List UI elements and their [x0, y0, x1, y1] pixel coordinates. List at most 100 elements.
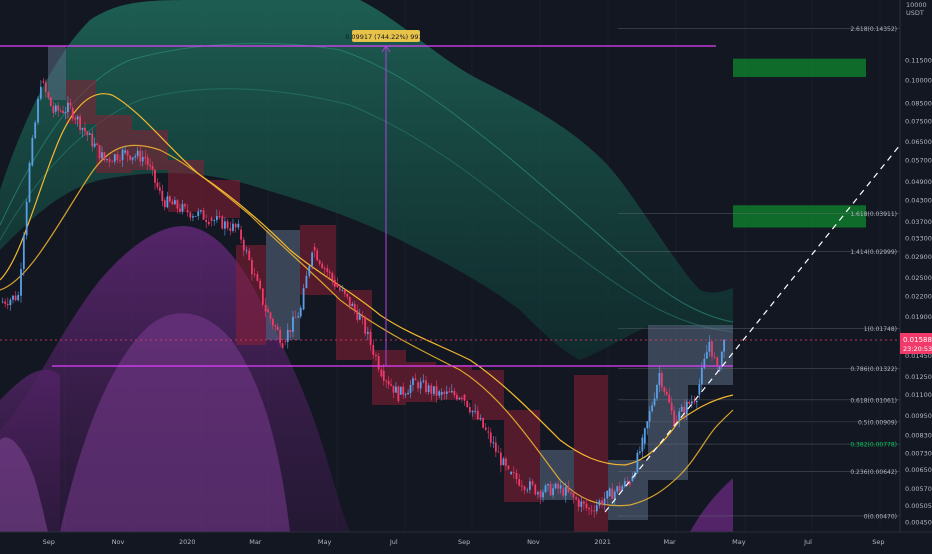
candle-body [554, 483, 557, 489]
candle-body [93, 143, 96, 147]
candle-body [723, 339, 725, 352]
candle-body [673, 410, 676, 427]
candle-body [552, 488, 554, 496]
candle-body [67, 102, 69, 113]
candle-body [163, 200, 166, 208]
candle-body [638, 451, 641, 453]
candle-body [136, 150, 139, 157]
candle-body [427, 385, 430, 392]
candle-body [484, 427, 487, 430]
candle-body [318, 260, 321, 264]
candle-body [680, 406, 683, 412]
candle-body [297, 316, 300, 318]
candle-body [700, 367, 703, 385]
candle-body [126, 150, 129, 156]
candle-body [328, 271, 331, 274]
candle-body [720, 351, 723, 367]
candle-body [88, 133, 91, 135]
candle-body [476, 410, 479, 420]
last-price-value: 0.01588 [903, 336, 932, 344]
candle-body [267, 309, 269, 313]
candle-body [274, 325, 277, 327]
candle-body [121, 149, 124, 161]
candle-body [651, 405, 653, 412]
price-tick-label: 0.05700 [905, 157, 932, 165]
candle-body [572, 493, 575, 498]
price-chart[interactable]: 2.618(0.14352) 1.618(0.03911) 1.414(0.0299… [0, 0, 932, 550]
candle-body [433, 386, 435, 394]
candle-body [234, 223, 237, 228]
candle-body [213, 220, 216, 221]
candle-body [425, 380, 427, 392]
candle-body [601, 500, 603, 505]
candle-body [259, 280, 262, 289]
candle-body [161, 190, 164, 201]
candle-body [299, 307, 302, 317]
candle-body [505, 458, 507, 466]
candle-body [353, 303, 356, 311]
candle-body [577, 499, 580, 507]
candle-body [611, 488, 614, 500]
candle-body [590, 510, 593, 511]
candle-body [199, 210, 202, 212]
candle-body [580, 501, 583, 507]
candle-body [468, 407, 471, 413]
candle-body [414, 378, 417, 381]
candle-body [71, 108, 74, 119]
fib-label: 0.618(0.01061) [850, 397, 897, 404]
candle-body [523, 486, 526, 490]
candle-body [380, 369, 383, 377]
candle-body [471, 410, 474, 413]
candle-body [111, 161, 114, 163]
candle-body [399, 386, 402, 395]
candle-body [108, 159, 111, 162]
candle-body [86, 131, 89, 136]
candle-body [341, 289, 344, 291]
candle-body [139, 150, 142, 162]
candle-body [643, 428, 646, 444]
candle-body [438, 391, 441, 396]
candle-body [256, 274, 259, 281]
candle-body [713, 356, 716, 358]
fib-label: 1.414(0.02999) [850, 249, 897, 256]
candle-body [412, 378, 414, 385]
candle-body [656, 385, 658, 399]
candle-body [331, 273, 334, 280]
candle-body [144, 156, 147, 159]
candle-body [593, 510, 596, 512]
fib-label: 1(0.01748) [864, 326, 897, 333]
price-tick-label: 0.04300 [905, 197, 932, 205]
candle-body [375, 354, 377, 357]
candle-body [245, 250, 248, 252]
fib-label: 2.618(0.14352) [850, 26, 897, 33]
candle-body [279, 330, 282, 344]
candle-body [559, 485, 562, 489]
candle-body [497, 451, 500, 453]
chart-canvas[interactable]: 2.618(0.14352) 1.618(0.03911) 1.414(0.0299… [0, 0, 932, 550]
candle-body [366, 331, 369, 334]
candle-body [336, 283, 339, 288]
candle-body [154, 169, 156, 183]
candle-body [443, 392, 446, 394]
candle-body [186, 210, 189, 213]
candle-body [549, 483, 552, 496]
candle-body [221, 216, 224, 229]
time-tick-label: 2020 [179, 538, 196, 546]
price-tick-label: 0.00570 [905, 485, 932, 493]
candle-body [435, 386, 438, 396]
price-tick-label: 0.01900 [905, 313, 932, 321]
candle-body [248, 250, 251, 261]
candle-body [119, 159, 121, 161]
time-axis[interactable] [0, 532, 900, 550]
candle-body [430, 385, 433, 394]
candle-body [42, 81, 45, 83]
candle-body [197, 211, 200, 216]
candle-body [289, 329, 292, 332]
candle-body [557, 483, 560, 489]
candle-body [292, 316, 294, 332]
time-tick-label: Jul [389, 538, 398, 546]
candle-body [141, 156, 144, 162]
candle-body [103, 152, 106, 161]
candle-body [453, 391, 456, 396]
candle-body [17, 295, 20, 301]
